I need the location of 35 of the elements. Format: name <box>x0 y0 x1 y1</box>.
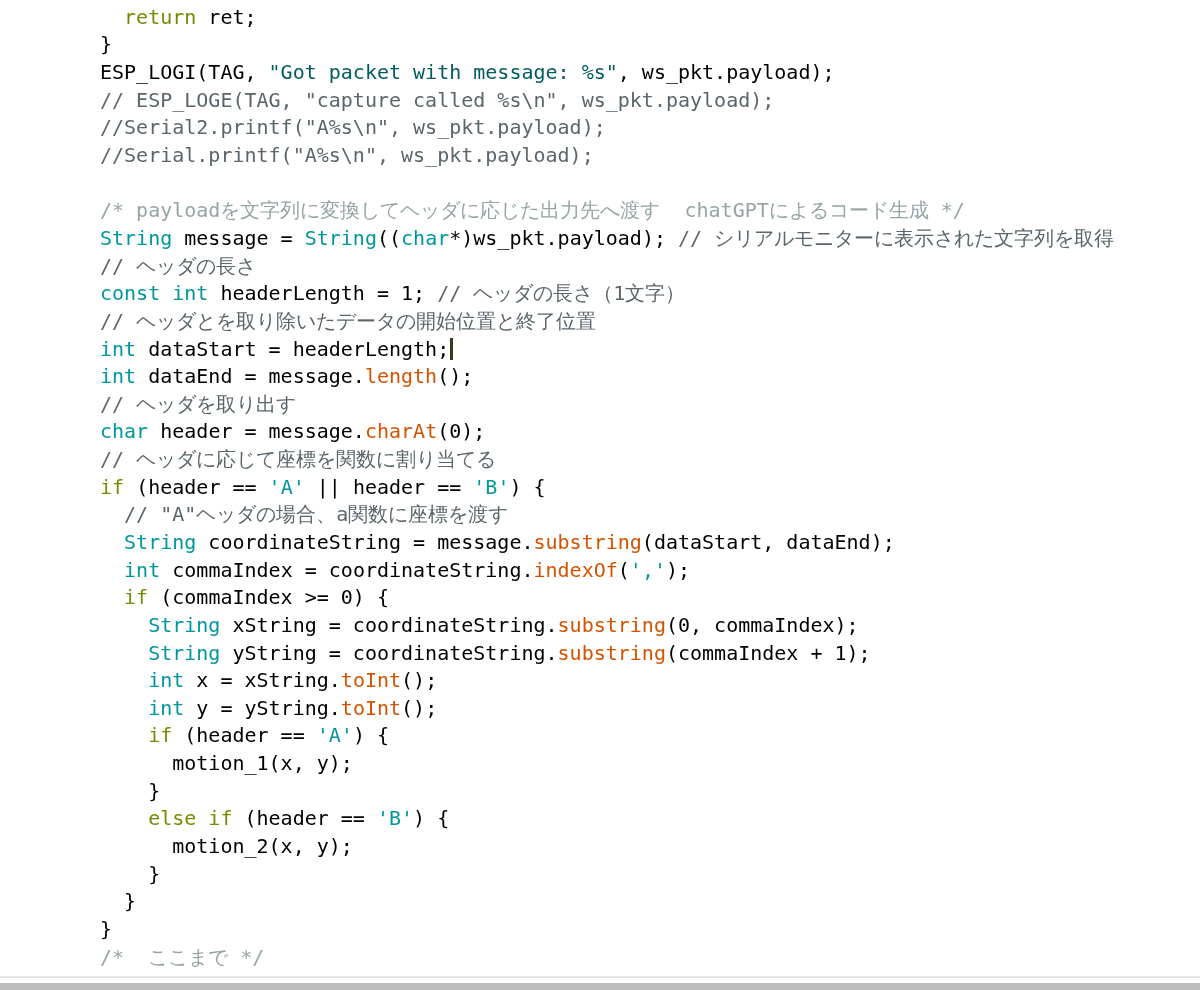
code-line: /* ここまで */ <box>100 945 266 968</box>
code-line: // ヘッダの長さ <box>100 254 258 277</box>
code-line: } <box>100 33 114 56</box>
code-line: String yString = coordinateString.substring(commaIndex + 1); <box>147 641 872 664</box>
horizontal-scrollbar[interactable] <box>0 983 1200 990</box>
code-line: return ret; <box>123 5 258 28</box>
code-line: if (commaIndex >= 0) { <box>123 586 390 609</box>
code-line: motion_2(x, y); <box>171 835 354 858</box>
code-line: // ヘッダを取り出す <box>100 392 298 415</box>
code-line: // ヘッダとを取り除いたデータの開始位置と終了位置 <box>100 309 598 332</box>
code-line: if (header == 'A') { <box>147 724 390 747</box>
code-line: int dataStart = headerLength; <box>100 337 454 360</box>
code-line: int y = yString.toInt(); <box>147 696 439 719</box>
code-line: String message = String((char*)ws_pkt.payload); // シリアルモニターに表示された文字列を取得 <box>100 226 1116 249</box>
code-line: int dataEnd = message.length(); <box>100 365 475 388</box>
code-line: //Serial.printf("A%s\n", ws_pkt.payload); <box>100 144 595 166</box>
code-line: String xString = coordinateString.substring(0, commaIndex); <box>147 613 860 636</box>
code-line: } <box>147 862 162 885</box>
code-line: // ESP_LOGE(TAG, "capture called %s\n", ws_pkt.payload); <box>100 88 776 111</box>
code-line: String coordinateString = message.substring(dataStart, dataEnd); <box>123 531 896 553</box>
code-line: } <box>100 917 114 940</box>
code-line: const int headerLength = 1; // ヘッダの長さ（1文字） <box>100 282 687 305</box>
code-line: } <box>147 779 162 802</box>
code-line: // "A"ヘッダの場合、a関数に座標を渡す <box>123 503 510 526</box>
code-line: if (header == 'A' || header == 'B') { <box>100 475 547 498</box>
code-line: else if (header == 'B') { <box>147 807 451 830</box>
code-line: char header = message.charAt(0); <box>100 420 487 443</box>
code-line: } <box>123 890 138 913</box>
code-line: /* payloadを文字列に変換してヘッダに応じた出力先へ渡す chatGPTによるコード生成 */ <box>100 199 966 222</box>
code-line: int x = xString.toInt(); <box>147 669 439 692</box>
code-line: ESP_LOGI(TAG, "Got packet with message: %s", ws_pkt.payload); <box>100 61 836 84</box>
code-line: motion_1(x, y); <box>171 752 354 775</box>
code-line: // ヘッダに応じて座標を関数に割り当てる <box>100 448 498 471</box>
code-line: int commaIndex = coordinateString.indexOf(','); <box>123 558 692 581</box>
code-line: //Serial2.printf("A%s\n", ws_pkt.payload); <box>100 116 607 139</box>
